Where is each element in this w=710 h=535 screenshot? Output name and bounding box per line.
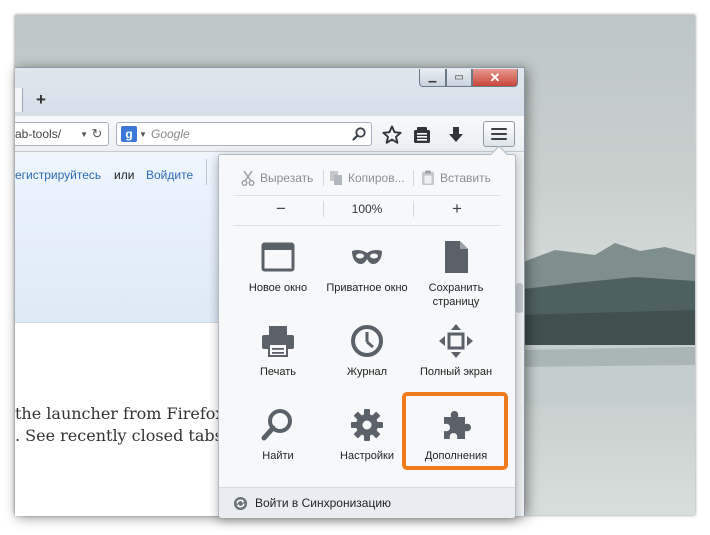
register-link[interactable]: егистрируйтесь	[15, 168, 101, 182]
cut-button[interactable]: Вырезать	[241, 167, 313, 189]
header-divider	[206, 159, 207, 185]
search-go-icon[interactable]	[351, 126, 367, 142]
save-page-label: Сохранить страницу	[428, 282, 484, 308]
sync-icon	[233, 496, 248, 511]
minimize-button[interactable]: ▁	[419, 69, 446, 87]
active-tab[interactable]	[15, 88, 23, 112]
bookmark-star-icon[interactable]	[381, 124, 403, 146]
search-engine-dropdown-icon[interactable]: ▼	[139, 130, 147, 139]
new-tab-button[interactable]: +	[31, 90, 51, 110]
maximize-button[interactable]: ▭	[446, 69, 472, 87]
mask-icon	[352, 249, 382, 264]
search-placeholder: Google	[151, 127, 190, 141]
settings-label: Настройки	[340, 450, 394, 462]
fullscreen-label: Полный экран	[419, 366, 493, 378]
find-button[interactable]: Найти	[233, 403, 323, 481]
login-link[interactable]: Войдите	[146, 168, 193, 182]
search-bar[interactable]: g ▼ Google	[116, 122, 372, 146]
copy-icon	[330, 171, 342, 185]
paste-label: Вставить	[440, 171, 491, 185]
zoom-controls: − 100% +	[233, 197, 501, 221]
scissors-icon	[241, 170, 255, 186]
zoom-out-button[interactable]: −	[271, 197, 291, 221]
bookmarks-list-icon[interactable]	[411, 124, 433, 146]
zoom-separator	[323, 201, 324, 217]
paste-button[interactable]: Вставить	[421, 167, 491, 189]
save-page-button[interactable]: Сохранить страницу	[411, 235, 501, 313]
print-label: Печать	[259, 366, 297, 378]
downloads-icon[interactable]	[445, 124, 467, 146]
edit-separator	[323, 170, 324, 186]
firefox-menu-panel: Вырезать Копиров... Вставить − 100% + Но…	[218, 145, 516, 518]
reload-icon[interactable]: ↻	[89, 126, 105, 142]
paste-icon	[422, 170, 434, 185]
copy-button[interactable]: Копиров...	[329, 167, 405, 189]
panel-divider	[233, 225, 501, 226]
close-button[interactable]: ✕	[472, 69, 518, 87]
printer-icon	[262, 326, 294, 357]
url-bar[interactable]: ab-tools/ ▼ ↻	[15, 122, 109, 146]
panel-divider	[233, 195, 501, 196]
copy-label: Копиров...	[348, 171, 405, 185]
url-text: ab-tools/	[15, 127, 62, 141]
find-label: Найти	[262, 450, 294, 462]
print-button[interactable]: Печать	[233, 319, 323, 397]
history-button[interactable]: Журнал	[322, 319, 412, 397]
cut-label: Вырезать	[260, 171, 314, 185]
edit-controls: Вырезать Копиров... Вставить	[233, 167, 501, 189]
sync-label: Войти в Синхронизацию	[255, 496, 392, 510]
zoom-reset-button[interactable]: 100%	[339, 197, 395, 221]
addons-highlight-frame	[402, 392, 508, 470]
google-icon[interactable]: g	[121, 126, 137, 142]
scrollbar-thumb[interactable]	[516, 283, 523, 313]
url-dropdown-icon[interactable]: ▼	[80, 124, 88, 145]
new-window-label: Новое окно	[248, 282, 308, 294]
sync-footer[interactable]: Войти в Синхронизацию	[219, 487, 515, 518]
gear-icon	[351, 409, 383, 441]
fullscreen-arrows-icon	[439, 324, 473, 358]
zoom-separator	[413, 201, 414, 217]
history-label: Журнал	[346, 366, 388, 378]
magnifier-icon	[261, 409, 292, 441]
navigation-toolbar: ab-tools/ ▼ ↻ g ▼ Google	[15, 116, 524, 152]
window-icon	[261, 242, 295, 272]
clock-icon	[351, 325, 383, 357]
edit-separator	[413, 170, 414, 186]
fullscreen-button[interactable]: Полный экран	[411, 319, 501, 397]
settings-button[interactable]: Настройки	[322, 403, 412, 481]
or-text: или	[114, 168, 135, 182]
private-window-label: Приватное окно	[326, 282, 408, 294]
page-icon	[445, 241, 468, 273]
private-window-button[interactable]: Приватное окно	[322, 235, 412, 313]
new-window-button[interactable]: Новое окно	[233, 235, 323, 313]
hamburger-menu-icon[interactable]	[483, 121, 515, 147]
page-scrollbar[interactable]	[515, 153, 524, 516]
tab-strip: +	[15, 86, 524, 112]
zoom-in-button[interactable]: +	[447, 197, 467, 221]
